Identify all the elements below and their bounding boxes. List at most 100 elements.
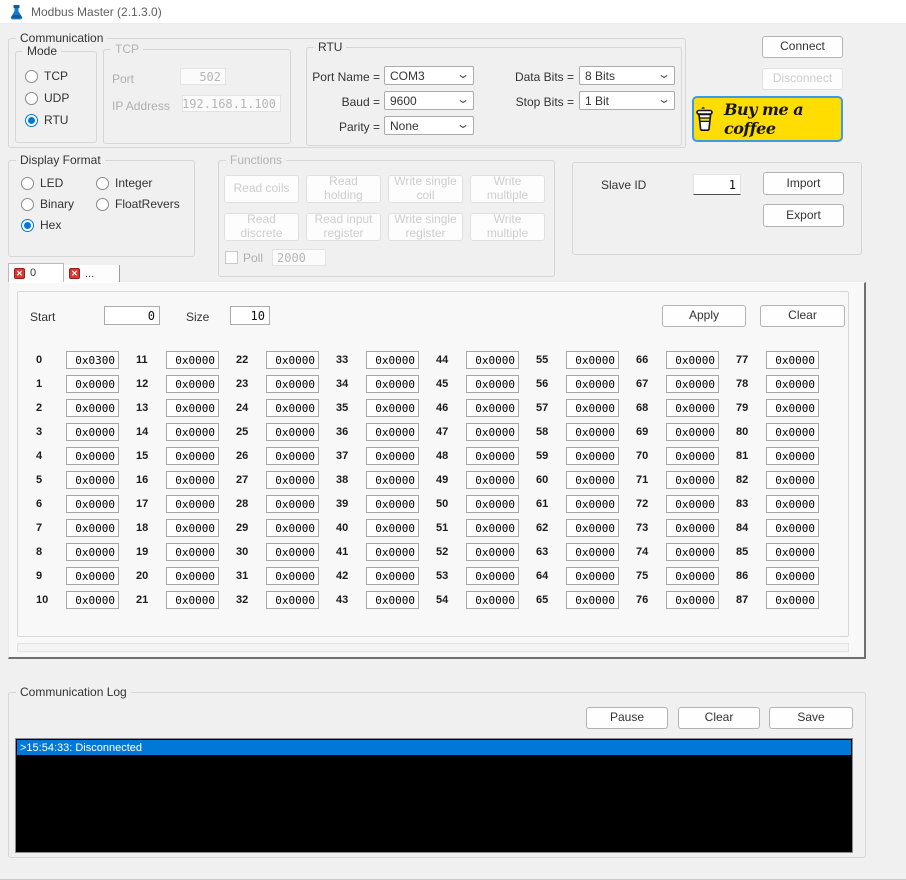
register-value-input[interactable]: 0x0000 <box>766 519 819 537</box>
register-value-input[interactable]: 0x0000 <box>166 447 219 465</box>
apply-button[interactable]: Apply <box>662 305 746 327</box>
register-value-input[interactable]: 0x0000 <box>666 543 719 561</box>
function-button-read-holding[interactable]: Read holding <box>306 174 381 203</box>
register-value-input[interactable]: 0x0000 <box>766 447 819 465</box>
register-value-input[interactable]: 0x0000 <box>66 495 119 513</box>
register-value-input[interactable]: 0x0000 <box>566 495 619 513</box>
register-value-input[interactable]: 0x0000 <box>66 591 119 609</box>
function-button-write-single-coil[interactable]: Write single coil <box>388 174 463 203</box>
register-value-input[interactable]: 0x0000 <box>266 399 319 417</box>
disconnect-button[interactable]: Disconnect <box>762 68 843 90</box>
register-value-input[interactable]: 0x0000 <box>566 423 619 441</box>
connect-button[interactable]: Connect <box>762 36 843 58</box>
port-name-select[interactable]: COM3 ⌄ <box>384 66 474 85</box>
register-value-input[interactable]: 0x0300 <box>66 351 119 369</box>
register-value-input[interactable]: 0x0000 <box>166 591 219 609</box>
register-value-input[interactable]: 0x0000 <box>166 423 219 441</box>
register-value-input[interactable]: 0x0000 <box>666 519 719 537</box>
function-button-write-single-register[interactable]: Write single register <box>388 212 463 241</box>
register-value-input[interactable]: 0x0000 <box>66 567 119 585</box>
register-value-input[interactable]: 0x0000 <box>466 495 519 513</box>
poll-checkbox[interactable] <box>225 251 238 264</box>
function-button-read-discrete[interactable]: Read discrete <box>224 212 299 241</box>
register-value-input[interactable]: 0x0000 <box>466 447 519 465</box>
register-value-input[interactable]: 0x0000 <box>566 591 619 609</box>
register-value-input[interactable]: 0x0000 <box>366 567 419 585</box>
register-value-input[interactable]: 0x0000 <box>66 423 119 441</box>
register-value-input[interactable]: 0x0000 <box>166 375 219 393</box>
register-value-input[interactable]: 0x0000 <box>766 567 819 585</box>
register-value-input[interactable]: 0x0000 <box>666 591 719 609</box>
register-value-input[interactable]: 0x0000 <box>466 471 519 489</box>
register-value-input[interactable]: 0x0000 <box>366 399 419 417</box>
register-value-input[interactable]: 0x0000 <box>466 567 519 585</box>
register-value-input[interactable]: 0x0000 <box>166 495 219 513</box>
register-value-input[interactable]: 0x0000 <box>666 567 719 585</box>
register-value-input[interactable]: 0x0000 <box>66 519 119 537</box>
poll-interval-input[interactable]: 2000 <box>272 249 326 266</box>
register-value-input[interactable]: 0x0000 <box>66 447 119 465</box>
register-value-input[interactable]: 0x0000 <box>666 375 719 393</box>
mode-radio-rtu[interactable]: RTU <box>25 113 69 127</box>
close-tab-icon[interactable]: ✕ <box>14 267 25 279</box>
mode-radio-tcp[interactable]: TCP <box>25 69 69 83</box>
clear-log-button[interactable]: Clear <box>678 707 760 729</box>
save-log-button[interactable]: Save <box>769 707 853 729</box>
register-value-input[interactable]: 0x0000 <box>566 375 619 393</box>
register-value-input[interactable]: 0x0000 <box>266 567 319 585</box>
pause-log-button[interactable]: Pause <box>586 707 668 729</box>
register-value-input[interactable]: 0x0000 <box>766 471 819 489</box>
register-value-input[interactable]: 0x0000 <box>366 543 419 561</box>
format-radio-hex[interactable]: Hex <box>21 218 90 232</box>
buy-me-a-coffee-button[interactable]: Buy me a coffee <box>692 96 843 142</box>
register-value-input[interactable]: 0x0000 <box>166 399 219 417</box>
register-value-input[interactable]: 0x0000 <box>366 495 419 513</box>
tcp-port-input[interactable]: 502 <box>180 68 226 85</box>
register-value-input[interactable]: 0x0000 <box>566 567 619 585</box>
register-value-input[interactable]: 0x0000 <box>766 591 819 609</box>
slave-id-input[interactable]: 1 <box>693 174 741 195</box>
function-button-read-input-register[interactable]: Read input register <box>306 212 381 241</box>
import-button[interactable]: Import <box>763 172 844 195</box>
mode-radio-udp[interactable]: UDP <box>25 91 69 105</box>
tab-...[interactable]: ✕... <box>64 265 120 282</box>
register-value-input[interactable]: 0x0000 <box>166 351 219 369</box>
log-list[interactable]: >15:54:33: Disconnected <box>15 738 853 853</box>
register-value-input[interactable]: 0x0000 <box>66 543 119 561</box>
register-value-input[interactable]: 0x0000 <box>366 519 419 537</box>
register-value-input[interactable]: 0x0000 <box>566 399 619 417</box>
register-value-input[interactable]: 0x0000 <box>766 399 819 417</box>
register-value-input[interactable]: 0x0000 <box>266 423 319 441</box>
register-value-input[interactable]: 0x0000 <box>666 423 719 441</box>
format-radio-led[interactable]: LED <box>21 176 90 190</box>
register-value-input[interactable]: 0x0000 <box>766 495 819 513</box>
register-value-input[interactable]: 0x0000 <box>366 351 419 369</box>
register-value-input[interactable]: 0x0000 <box>66 399 119 417</box>
register-value-input[interactable]: 0x0000 <box>566 543 619 561</box>
register-value-input[interactable]: 0x0000 <box>266 519 319 537</box>
register-value-input[interactable]: 0x0000 <box>266 351 319 369</box>
function-button-write-multiple[interactable]: Write multiple <box>470 174 545 203</box>
register-value-input[interactable]: 0x0000 <box>566 351 619 369</box>
tcp-ip-input[interactable]: 192.168.1.100 <box>182 95 281 112</box>
register-value-input[interactable]: 0x0000 <box>766 423 819 441</box>
data-bits-select[interactable]: 8 Bits ⌄ <box>579 66 675 85</box>
register-value-input[interactable]: 0x0000 <box>266 375 319 393</box>
register-value-input[interactable]: 0x0000 <box>166 567 219 585</box>
register-value-input[interactable]: 0x0000 <box>666 495 719 513</box>
register-value-input[interactable]: 0x0000 <box>366 471 419 489</box>
register-value-input[interactable]: 0x0000 <box>166 471 219 489</box>
clear-registers-button[interactable]: Clear <box>760 305 845 327</box>
register-value-input[interactable]: 0x0000 <box>266 591 319 609</box>
stop-bits-select[interactable]: 1 Bit ⌄ <box>579 91 675 110</box>
register-value-input[interactable]: 0x0000 <box>666 471 719 489</box>
horizontal-scrollbar[interactable] <box>17 643 849 652</box>
register-value-input[interactable]: 0x0000 <box>766 375 819 393</box>
register-value-input[interactable]: 0x0000 <box>366 375 419 393</box>
register-value-input[interactable]: 0x0000 <box>266 471 319 489</box>
register-value-input[interactable]: 0x0000 <box>566 471 619 489</box>
register-value-input[interactable]: 0x0000 <box>366 447 419 465</box>
register-value-input[interactable]: 0x0000 <box>266 543 319 561</box>
format-radio-binary[interactable]: Binary <box>21 197 90 211</box>
register-value-input[interactable]: 0x0000 <box>466 399 519 417</box>
